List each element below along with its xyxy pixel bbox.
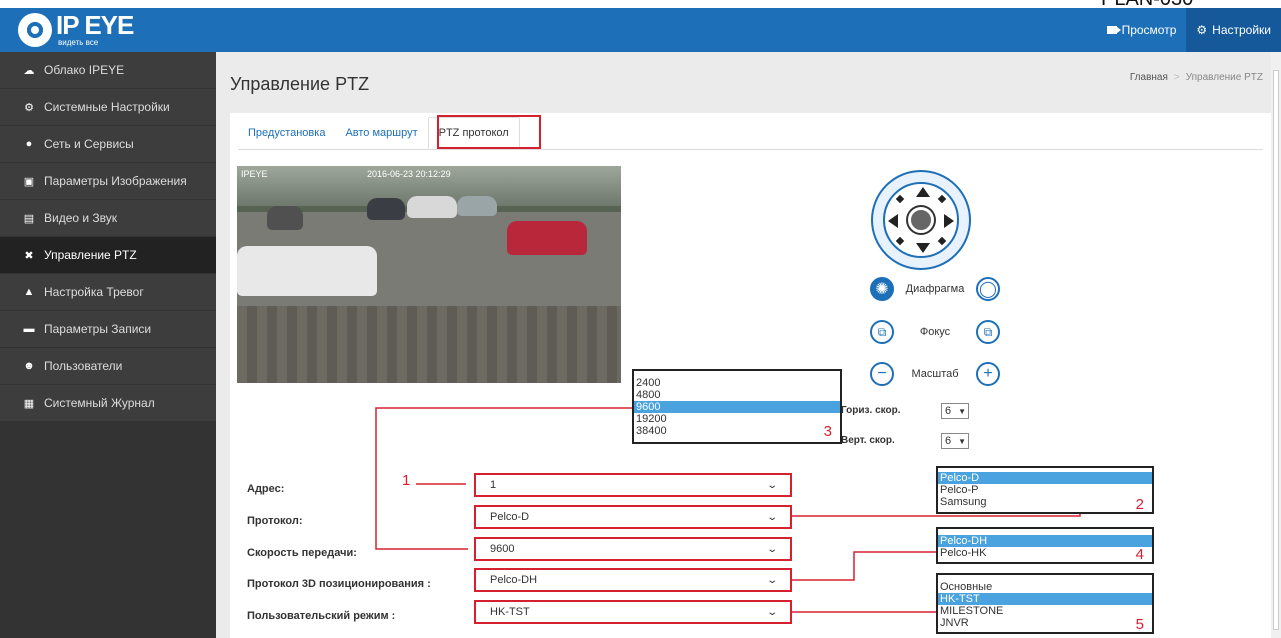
baud-options-box: 2400 4800 9600 19200 38400 3	[632, 369, 842, 444]
callout-number-1: 1	[402, 472, 411, 489]
protocol3d-options-box: Pelco-DH Pelco-HK 4	[936, 527, 1154, 564]
baud-option[interactable]: 2400	[634, 377, 840, 389]
baud-option[interactable]: 19200	[634, 413, 840, 425]
protocol3d-option[interactable]: Pelco-HK	[938, 547, 1152, 559]
callout-number-2: 2	[1135, 496, 1144, 513]
callout-line-3	[375, 407, 632, 550]
callout-number-5: 5	[1135, 616, 1144, 633]
protocol-option[interactable]: Pelco-P	[938, 484, 1152, 496]
user-mode-option-selected[interactable]: HK-TST	[938, 593, 1152, 605]
callout-number-3: 3	[823, 423, 832, 440]
protocol3d-option-selected[interactable]: Pelco-DH	[938, 535, 1152, 547]
corner-caption: PLAN-030	[1101, 0, 1281, 8]
protocol-option[interactable]: Samsung	[938, 496, 1152, 508]
user-mode-option[interactable]: Основные	[938, 581, 1152, 593]
user-mode-options-box: Основные HK-TST MILESTONE JNVR 5	[936, 573, 1154, 634]
baud-option[interactable]: 38400	[634, 425, 840, 437]
page-scrollbar[interactable]	[1271, 52, 1281, 638]
user-mode-option[interactable]: JNVR	[938, 617, 1152, 629]
protocol-option-selected[interactable]: Pelco-D	[938, 472, 1152, 484]
baud-option[interactable]: 4800	[634, 389, 840, 401]
callout-line-4	[792, 551, 938, 581]
protocol-options-box: Pelco-D Pelco-P Samsung 2	[936, 466, 1154, 514]
user-mode-option[interactable]: MILESTONE	[938, 605, 1152, 617]
callout-number-4: 4	[1135, 546, 1144, 563]
baud-option-selected[interactable]: 9600	[634, 401, 840, 413]
